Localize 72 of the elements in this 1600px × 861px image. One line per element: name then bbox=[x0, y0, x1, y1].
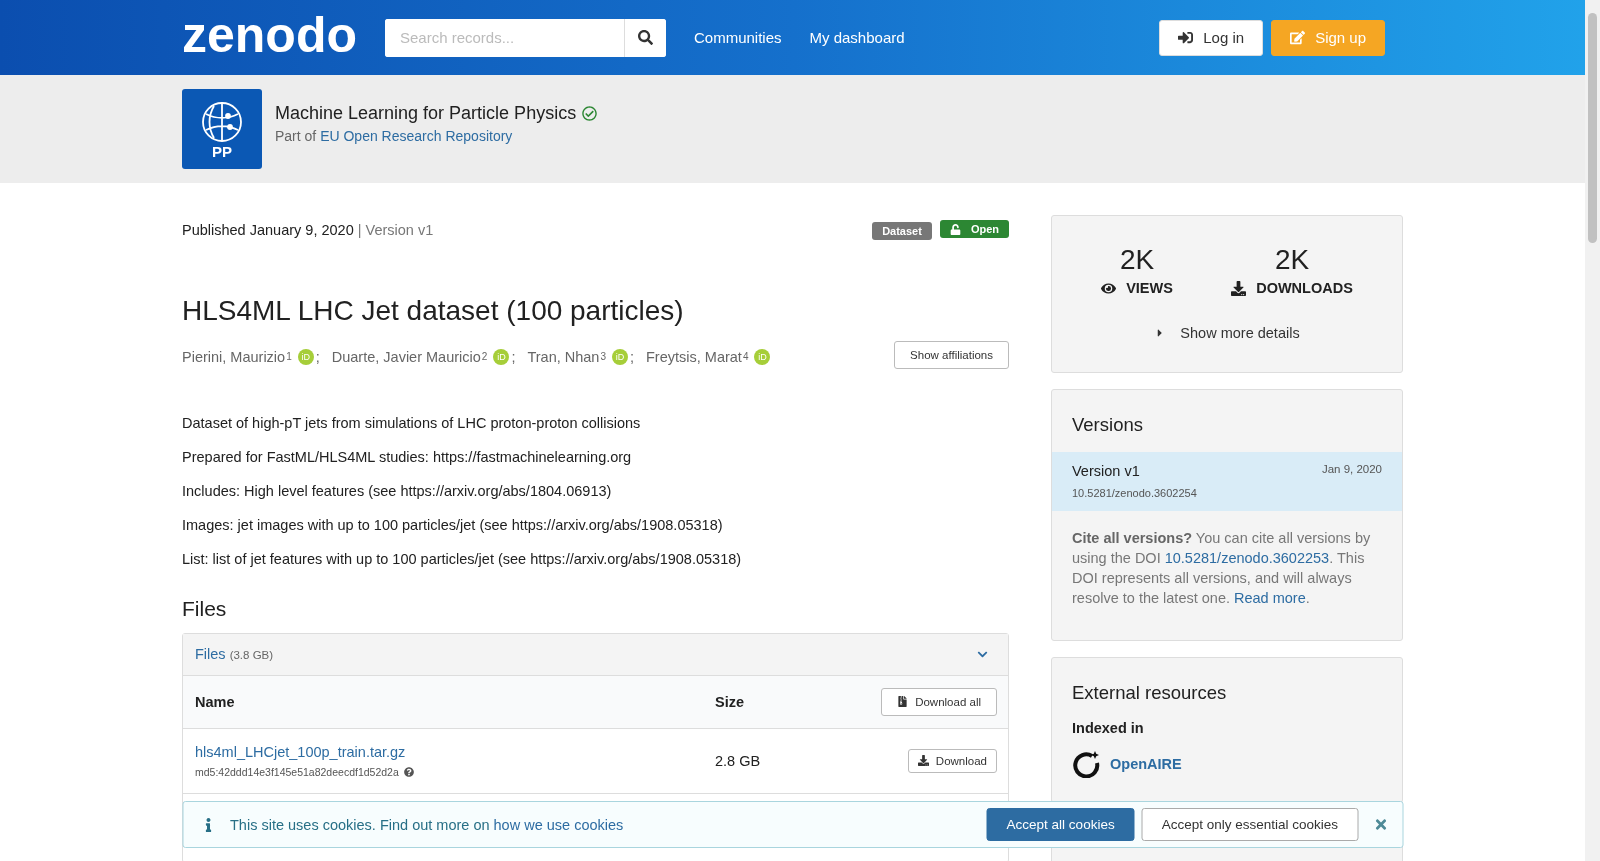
files-total-size: (3.8 GB) bbox=[229, 649, 274, 661]
author-separator: ; bbox=[630, 348, 634, 365]
openaire-link[interactable]: OpenAIRE bbox=[1110, 756, 1182, 772]
stat-label: DOWNLOADS bbox=[1256, 280, 1353, 296]
download-icon bbox=[1231, 280, 1247, 296]
affiliation-number: 1 bbox=[286, 351, 292, 362]
version-label: Version v1 bbox=[365, 221, 434, 238]
scrollbar-thumb[interactable] bbox=[1588, 13, 1597, 243]
description-paragraph: Images: jet images with up to 100 particles/jet (see https://arxiv.org/abs/1908.05318) bbox=[182, 516, 724, 533]
indexed-in-label: Indexed in bbox=[1072, 720, 1145, 736]
nav-link[interactable]: My dashboard bbox=[809, 29, 905, 46]
author-name[interactable]: Pierini, Maurizio bbox=[182, 348, 286, 365]
accept-essential-cookies-button[interactable]: Accept only essential cookies bbox=[1141, 808, 1358, 841]
description-paragraph: List: list of jet features with up to 100 particles/jet (see https://arxiv.org/abs/1908.05318) bbox=[182, 550, 743, 567]
read-more-link[interactable]: Read more bbox=[1234, 590, 1306, 606]
description-paragraph: Includes: High level features (see https://arxiv.org/abs/1804.06913) bbox=[182, 482, 613, 499]
author-name[interactable]: Duarte, Javier Mauricio bbox=[331, 348, 481, 365]
search-icon bbox=[638, 30, 653, 45]
stat-label: VIEWS bbox=[1126, 280, 1173, 296]
file-link[interactable]: hls4ml_LHCjet_100p_train.tar.gz bbox=[195, 743, 715, 760]
edit-icon bbox=[1290, 30, 1306, 45]
login-button[interactable]: Log in bbox=[1159, 19, 1264, 56]
logo-text: PP bbox=[212, 143, 232, 159]
unlock-icon bbox=[949, 223, 961, 235]
part-of-label: Part of bbox=[275, 127, 318, 144]
external-resources-heading: External resources bbox=[1072, 682, 1228, 704]
close-icon bbox=[1373, 817, 1388, 832]
author-name[interactable]: Freytsis, Marat bbox=[646, 348, 742, 365]
cookie-policy-link[interactable]: how we use cookies bbox=[493, 816, 624, 833]
help-icon[interactable] bbox=[403, 766, 414, 777]
files-toggle[interactable]: Files bbox=[195, 646, 226, 662]
nav-link[interactable]: Communities bbox=[694, 29, 782, 46]
files-heading: Files bbox=[182, 596, 228, 621]
affiliation-number: 4 bbox=[742, 351, 749, 362]
cookie-notice: This site uses cookies. Find out more on how we use cookies bbox=[230, 816, 625, 833]
column-header: Name bbox=[195, 693, 236, 710]
description-paragraph: Prepared for FastML/HLS4ML studies: https://fastmachinelearning.org bbox=[182, 448, 633, 465]
show-more-details-button[interactable]: Show more details bbox=[1148, 324, 1306, 342]
access-badge: Open bbox=[939, 220, 1009, 238]
download-button[interactable]: Download bbox=[907, 748, 997, 773]
archive-file-icon bbox=[897, 696, 909, 707]
affiliation-number: 2 bbox=[481, 351, 488, 362]
type-badge: Dataset bbox=[872, 221, 932, 240]
download-icon bbox=[917, 755, 929, 766]
community-title: Machine Learning for Particle Physics bbox=[275, 102, 577, 124]
download-all-button[interactable]: Download all bbox=[881, 687, 997, 716]
record-title: HLS4ML LHC Jet dataset (100 particles) bbox=[182, 294, 685, 327]
version-item[interactable]: Version v1 Jan 9, 2020 10.5281/zenodo.3602254 bbox=[1052, 452, 1402, 511]
cite-all-versions-text: Cite all versions? You can cite all versions by using the DOI 10.5281/zenodo.3602253. This DOI represents all versions, and will always resolve to the latest one. Read more. bbox=[1072, 529, 1372, 608]
column-header: Size bbox=[715, 693, 745, 710]
parent-community-link[interactable]: EU Open Research Repository bbox=[320, 127, 513, 144]
published-date: Published January 9, 2020 bbox=[182, 221, 354, 238]
zenodo-logo[interactable]: zenodo bbox=[182, 4, 357, 65]
author-separator: ; bbox=[315, 348, 320, 365]
versions-heading: Versions bbox=[1072, 414, 1144, 436]
accept-all-cookies-button[interactable]: Accept all cookies bbox=[986, 808, 1135, 841]
sign-in-icon bbox=[1178, 30, 1194, 45]
author-name[interactable]: Tran, Nhan bbox=[527, 348, 600, 365]
separator: | bbox=[357, 221, 362, 238]
community-logo[interactable]: PP bbox=[182, 89, 262, 169]
scrollbar[interactable] bbox=[1585, 0, 1600, 861]
globe-network-icon bbox=[200, 99, 244, 144]
stat-value: 2K bbox=[1274, 246, 1310, 274]
ring-logo-icon bbox=[1072, 750, 1100, 778]
description-paragraph: Dataset of high-pT jets from simulations of LHC proton-proton collisions bbox=[182, 414, 642, 431]
stat-value: 2K bbox=[1119, 246, 1155, 274]
show-affiliations-button[interactable]: Show affiliations bbox=[894, 340, 1009, 369]
checksum: md5:42ddd14e3f145e51a82deecdf1d52d2a bbox=[195, 765, 399, 778]
author-separator: ; bbox=[511, 348, 516, 365]
file-size: 2.8 GB bbox=[715, 752, 762, 769]
search-field[interactable]: Search records... bbox=[385, 18, 666, 57]
affiliation-number: 3 bbox=[600, 351, 606, 362]
